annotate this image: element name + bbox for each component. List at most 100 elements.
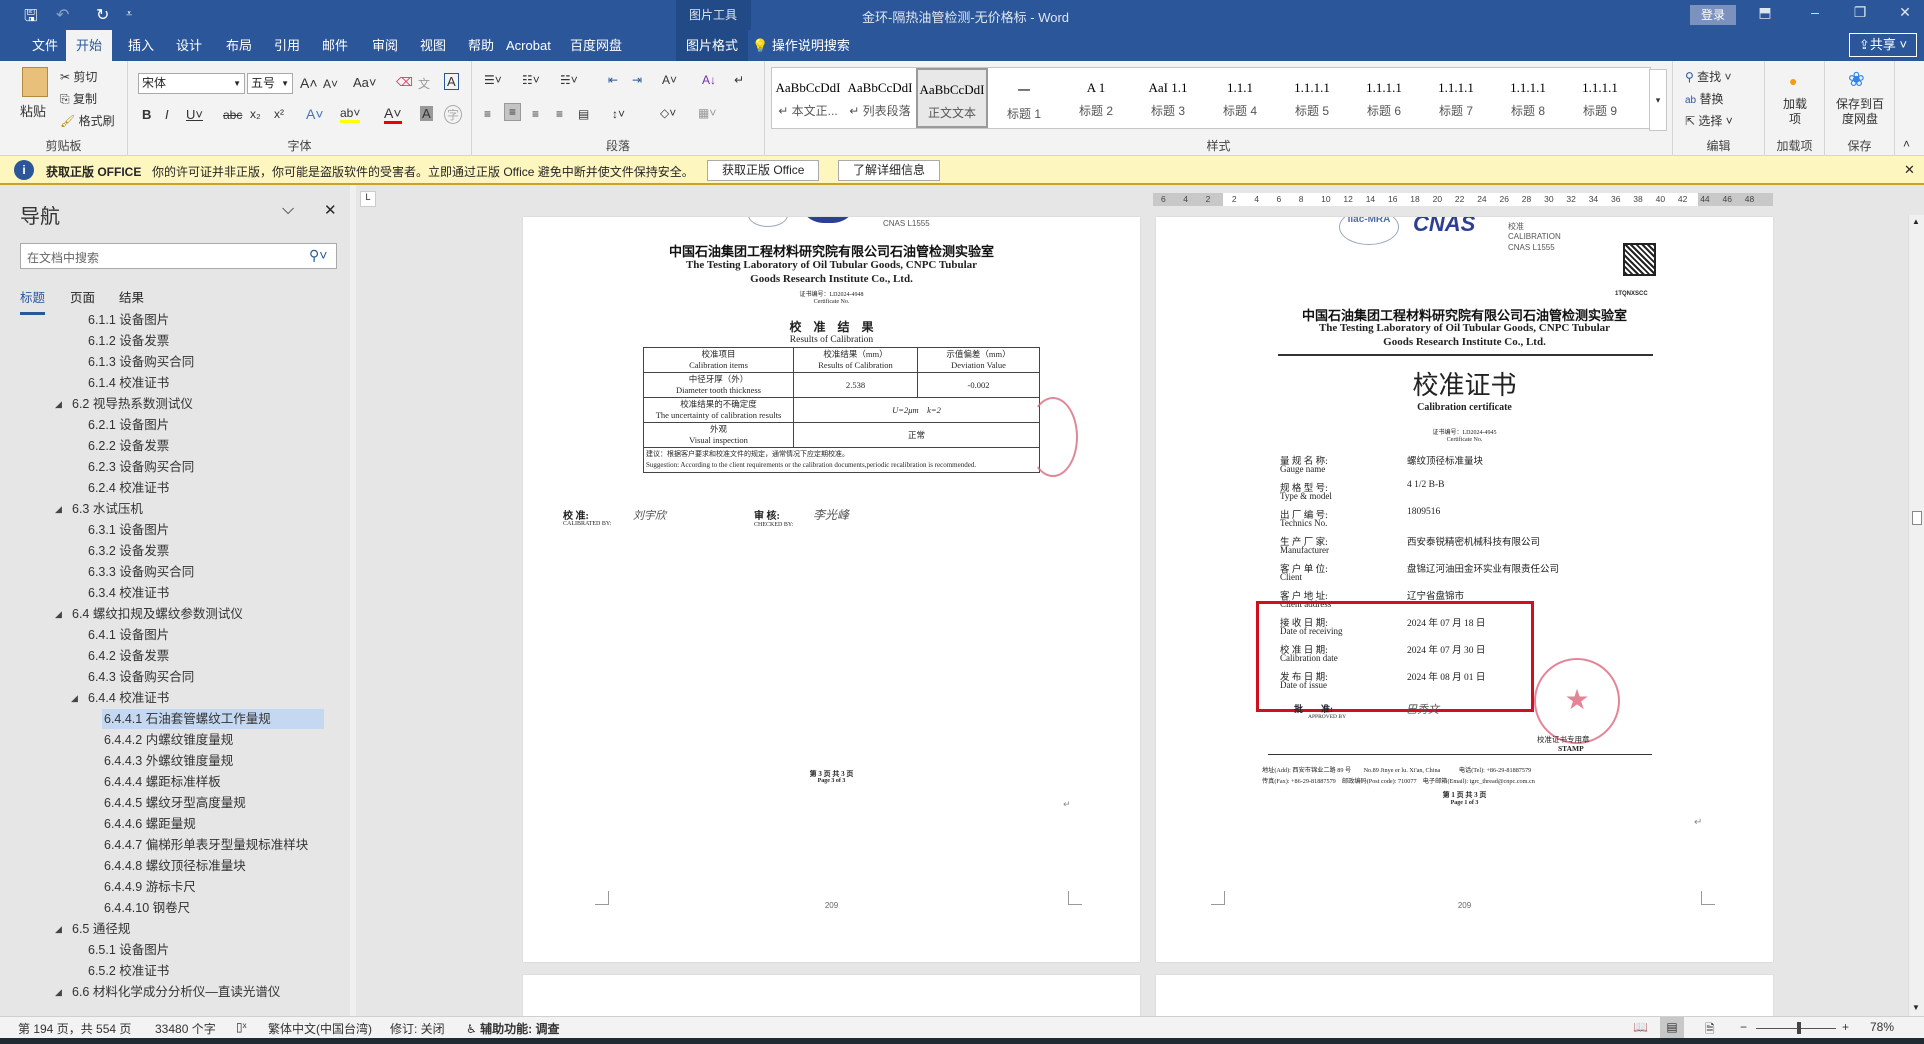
nav-heading-item[interactable]: 6.2.4 校准证书 xyxy=(86,478,169,498)
style-item[interactable]: 1.1.1 标题 4 xyxy=(1204,68,1276,128)
nav-scrollbar[interactable] xyxy=(350,185,356,1016)
expand-collapse-icon[interactable]: ◢ xyxy=(55,504,62,515)
select-button[interactable]: ⇱ 选择 ˅ xyxy=(1685,112,1733,129)
nav-heading-item[interactable]: 6.2.3 设备购买合同 xyxy=(86,457,194,477)
scrollbar-thumb[interactable] xyxy=(1912,511,1922,525)
tab-8[interactable]: 视图 xyxy=(410,30,456,61)
nav-heading-item[interactable]: 6.4.4 校准证书 xyxy=(86,688,169,708)
close-warning-icon[interactable]: ✕ xyxy=(1904,162,1915,178)
line-spacing-icon[interactable]: ↕˅ xyxy=(612,107,625,121)
nav-heading-item[interactable]: 6.4.4.4 螺距标准样板 xyxy=(102,772,221,792)
style-item[interactable]: AaI 1.1 标题 3 xyxy=(1132,68,1204,128)
tab-11[interactable]: 百度网盘 xyxy=(560,30,632,61)
style-item[interactable]: 1.1.1.1 标题 5 xyxy=(1276,68,1348,128)
nav-heading-item[interactable]: 6.2.2 设备发票 xyxy=(86,436,169,456)
nav-heading-item[interactable]: 6.3.3 设备购买合同 xyxy=(86,562,194,582)
nav-heading-item[interactable]: 6.4.2 设备发票 xyxy=(86,646,169,666)
grow-font-icon[interactable]: A˄ xyxy=(300,75,318,91)
style-item[interactable]: 1.1.1.1 标题 6 xyxy=(1348,68,1420,128)
page-count[interactable]: 第 194 页，共 554 页 xyxy=(18,1020,131,1037)
nav-heading-item[interactable]: 6.4.4.2 内螺纹锥度量规 xyxy=(102,730,233,750)
nav-heading-item[interactable]: 6.5.1 设备图片 xyxy=(86,940,169,960)
font-color-icon[interactable]: A˅ xyxy=(384,105,402,124)
nav-heading-item[interactable]: 6.4.4.9 游标卡尺 xyxy=(102,877,196,897)
document-page-right[interactable]: ilac-MRA CNAS 校准 CALIBRATION CNAS L1555 … xyxy=(1156,217,1773,962)
tab-7[interactable]: 审阅 xyxy=(362,30,408,61)
character-border-icon[interactable]: A xyxy=(444,73,459,90)
character-shading-icon[interactable]: A xyxy=(420,106,433,121)
redo-icon[interactable]: ↻ xyxy=(96,5,109,25)
justify-icon[interactable]: ≡ xyxy=(556,107,563,121)
style-item[interactable]: AaBbCcDdI ↵ 本文正... xyxy=(772,68,844,128)
document-page-next-right[interactable] xyxy=(1156,975,1773,1016)
expand-collapse-icon[interactable]: ◢ xyxy=(55,924,62,935)
nav-heading-item[interactable]: 6.3.2 设备发票 xyxy=(86,541,169,561)
borders-icon[interactable]: ▦˅ xyxy=(698,106,716,120)
style-item[interactable]: 1.1.1.1 标题 9 xyxy=(1564,68,1636,128)
paste-icon[interactable] xyxy=(22,67,48,97)
read-mode-icon[interactable]: 📖 xyxy=(1633,1020,1648,1034)
align-left-icon[interactable]: ≡ xyxy=(484,107,491,121)
ribbon-display-icon[interactable]: ⬒ xyxy=(1750,4,1780,21)
nav-heading-item[interactable]: 6.4.4.10 钢卷尺 xyxy=(102,898,190,918)
text-effects-icon[interactable]: A˅ xyxy=(306,106,324,122)
nav-heading-item[interactable]: 6.5.2 校准证书 xyxy=(86,961,169,981)
undo-icon[interactable]: ↶ xyxy=(56,5,69,25)
nav-heading-item[interactable]: 6.5 通径规 xyxy=(70,919,130,939)
highlight-icon[interactable]: ab˅ xyxy=(340,106,361,123)
word-count[interactable]: 33480 个字 xyxy=(155,1020,216,1037)
font-size-combo[interactable]: 五号 ▼ xyxy=(247,73,293,94)
nav-heading-item[interactable]: 6.4.4.8 螺纹顶径标准量块 xyxy=(102,856,246,876)
show-marks-icon[interactable]: ↵ xyxy=(734,73,744,87)
save-icon[interactable]: 🖫 xyxy=(24,5,38,32)
align-center-icon[interactable]: ≡ xyxy=(504,103,522,121)
zoom-out-button[interactable]: − xyxy=(1740,1020,1747,1034)
style-item[interactable]: A 1 标题 2 xyxy=(1060,68,1132,128)
nav-heading-item[interactable]: 6.1.1 设备图片 xyxy=(86,310,169,330)
replace-button[interactable]: ab 替换 xyxy=(1685,90,1723,107)
zoom-level[interactable]: 78% xyxy=(1870,1020,1894,1034)
collapse-ribbon-icon[interactable]: ˄ xyxy=(1903,137,1910,151)
bold-icon[interactable]: B xyxy=(142,107,151,122)
addins-button[interactable]: 加载项 xyxy=(1783,97,1807,127)
nav-heading-item[interactable]: 6.1.4 校准证书 xyxy=(86,373,169,393)
style-item[interactable]: AaBbCcDdI 正文文本 xyxy=(916,68,988,128)
find-button[interactable]: ⚲ 查找 ˅ xyxy=(1685,68,1732,85)
shading-icon[interactable]: ◇˅ xyxy=(660,106,676,120)
style-item[interactable]: 1.1.1.1 标题 8 xyxy=(1492,68,1564,128)
nav-options-icon[interactable]: ⌵ xyxy=(282,201,294,219)
nav-heading-item[interactable]: 6.4 螺纹扣规及螺纹参数测试仪 xyxy=(70,604,243,624)
horizontal-ruler[interactable]: 6 4 2 2 4 6 8 10 12 14 16 18 20 22 24 26 28 30 32 34 36 38 40 4… xyxy=(1153,193,1773,206)
styles-more-button[interactable]: ▾ xyxy=(1649,69,1667,131)
italic-icon[interactable]: I xyxy=(165,107,169,122)
tab-4[interactable]: 布局 xyxy=(216,30,262,61)
vertical-scrollbar[interactable]: ▲ ▼ xyxy=(1908,215,1924,1016)
nav-heading-item[interactable]: 6.1.3 设备购买合同 xyxy=(86,352,194,372)
zoom-in-button[interactable]: + xyxy=(1842,1020,1849,1034)
zoom-slider[interactable] xyxy=(1756,1028,1836,1029)
expand-collapse-icon[interactable]: ◢ xyxy=(55,399,62,410)
nav-search-input[interactable]: 在文档中搜索 ⚲˅ xyxy=(20,243,337,269)
scroll-up-icon[interactable]: ▲ xyxy=(1912,217,1920,226)
tab-1[interactable]: 开始 xyxy=(66,30,113,61)
distributed-icon[interactable]: ▤ xyxy=(578,107,589,121)
nav-heading-item[interactable]: 6.4.4.5 螺纹牙型高度量规 xyxy=(102,793,246,813)
tab-5[interactable]: 引用 xyxy=(264,30,310,61)
track-changes-status[interactable]: 修订: 关闭 xyxy=(390,1020,445,1037)
format-painter-button[interactable]: 🖌 格式刷 xyxy=(60,112,115,129)
bullets-icon[interactable]: ☰˅ xyxy=(484,73,502,87)
zoom-slider-thumb[interactable] xyxy=(1797,1022,1802,1034)
paste-button[interactable]: 粘贴 xyxy=(20,101,46,120)
tab-results[interactable]: 结果 xyxy=(119,287,144,306)
font-name-combo[interactable]: 宋体 ▼ xyxy=(138,73,245,94)
clear-format-icon[interactable]: ⌫ xyxy=(396,75,413,89)
accessibility-status[interactable]: ♿ 辅助功能: 调查 xyxy=(466,1020,559,1037)
nav-heading-item[interactable]: 6.4.3 设备购买合同 xyxy=(86,667,194,687)
nav-heading-item[interactable]: 6.3.4 校准证书 xyxy=(86,583,169,603)
close-button[interactable]: ✕ xyxy=(1890,4,1920,21)
numbering-icon[interactable]: ☷˅ xyxy=(522,73,540,87)
nav-heading-item[interactable]: 6.2 视导热系数测试仪 xyxy=(70,394,193,414)
share-button[interactable]: ⇪共享 ˅ xyxy=(1849,33,1917,57)
shrink-font-icon[interactable]: A˅ xyxy=(323,77,338,91)
print-layout-icon[interactable]: ▤ xyxy=(1660,1017,1684,1038)
